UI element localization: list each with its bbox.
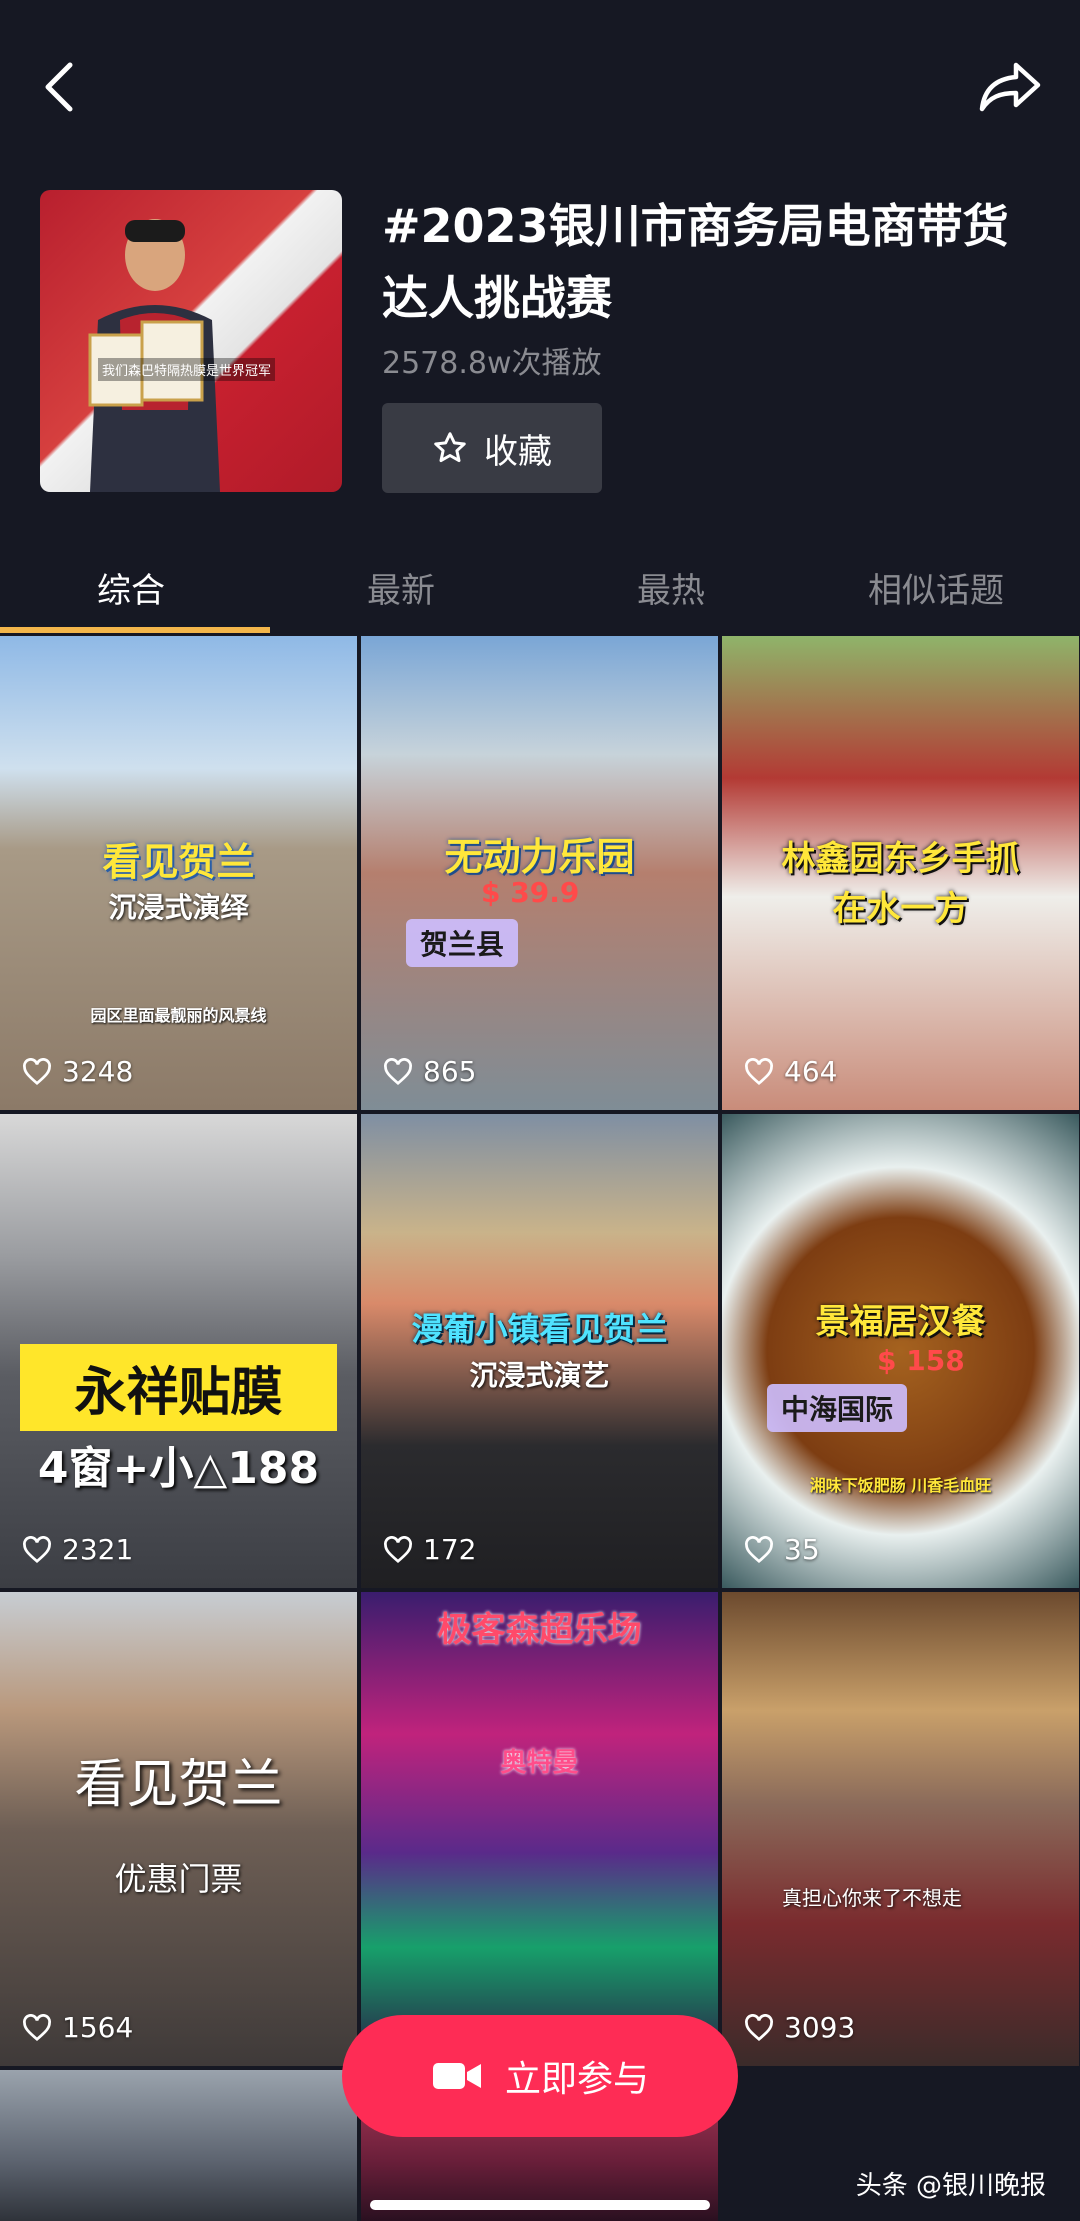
like-count-value: 464: [784, 1055, 838, 1088]
heart-icon: [384, 1057, 412, 1085]
video-caption: 漫葡小镇看见贺兰: [411, 1310, 668, 1348]
home-indicator: [370, 2200, 710, 2210]
tab-hottest[interactable]: 最热: [637, 563, 705, 612]
video-thumbnail: [0, 2070, 357, 2221]
heart-icon: [745, 2013, 773, 2041]
like-count: 464: [744, 1055, 837, 1088]
tab-indicator: [0, 627, 270, 633]
video-thumbnail: [361, 1592, 718, 2066]
video-thumbnail: [361, 1114, 718, 1588]
like-count: 172: [383, 1533, 476, 1566]
like-count-value: 865: [423, 1055, 477, 1088]
like-count: 2321: [22, 1533, 133, 1566]
cover-caption: 我们森巴特隔热膜是世界冠军: [98, 358, 276, 381]
like-count-value: 3248: [62, 1055, 134, 1088]
topic-cover-image[interactable]: 我们森巴特隔热膜是世界冠军: [40, 190, 342, 492]
share-arrow-icon: [979, 62, 1041, 112]
video-card[interactable]: 永祥贴膜 4窗+小△188 2321: [0, 1114, 357, 1588]
video-card[interactable]: 漫葡小镇看见贺兰 沉浸式演艺 172: [361, 1114, 718, 1588]
video-subcaption: 沉浸式演艺: [469, 1359, 610, 1392]
video-note: 湘味下饭肥肠 川香毛血旺: [809, 1476, 992, 1495]
tab-similar-topics[interactable]: 相似话题: [868, 563, 1004, 612]
video-caption: 真担心你来了不想走: [782, 1886, 962, 1910]
price-tag: $ 158: [877, 1344, 965, 1377]
star-icon: [434, 432, 466, 463]
video-caption-line2: 在水一方: [832, 889, 969, 929]
like-count: 35: [744, 1533, 820, 1566]
tab-comprehensive[interactable]: 综合: [97, 563, 165, 612]
topic-title: #2023银川市商务局电商带货达人挑战赛: [382, 199, 1009, 325]
video-caption: 极客森超乐场: [437, 1610, 642, 1650]
tab-latest[interactable]: 最新: [367, 563, 435, 612]
share-button[interactable]: [970, 52, 1050, 122]
video-caption: 看见贺兰: [102, 840, 255, 884]
video-card[interactable]: 景福居汉餐 $ 158 中海国际 湘味下饭肥肠 川香毛血旺 35: [722, 1114, 1079, 1588]
heart-icon: [384, 1535, 412, 1563]
heart-icon: [745, 1057, 773, 1085]
video-card[interactable]: 极客森超乐场 奥特曼: [361, 1592, 718, 2066]
heart-icon: [23, 1057, 51, 1085]
video-caption: 景福居汉餐: [815, 1302, 986, 1342]
location-tag: 贺兰县: [406, 919, 519, 967]
heart-icon: [23, 2013, 51, 2041]
video-subcaption: 4窗+小△188: [37, 1443, 320, 1494]
video-card[interactable]: 看见贺兰 优惠门票 1564: [0, 1592, 357, 2066]
video-note: 园区里面最靓丽的风景线: [90, 1006, 267, 1025]
back-button[interactable]: [28, 52, 88, 122]
like-count-value: 35: [784, 1533, 820, 1566]
topic-header: 我们森巴特隔热膜是世界冠军 #2023银川市商务局电商带货达人挑战赛 2578.…: [0, 190, 1080, 500]
video-card[interactable]: 林鑫园东乡手抓 在水一方 464: [722, 636, 1079, 1110]
video-card[interactable]: 真担心你来了不想走 3093: [722, 1592, 1079, 2066]
favorite-button[interactable]: 收藏: [382, 403, 602, 493]
video-card[interactable]: 看见贺兰 沉浸式演绎 园区里面最靓丽的风景线 3248: [0, 636, 357, 1110]
video-thumbnail: [722, 1592, 1079, 2066]
source-watermark: 头条 @银川晚报: [855, 2171, 1046, 2201]
top-bar: [0, 0, 1080, 175]
join-now-button[interactable]: 立即参与: [342, 2015, 738, 2137]
like-count: 865: [383, 1055, 476, 1088]
like-count-value: 3093: [784, 2011, 856, 2044]
video-caption: 永祥贴膜: [20, 1344, 337, 1431]
video-caption: 林鑫园东乡手抓: [781, 839, 1020, 879]
video-card[interactable]: 无动力乐园 $ 39.9 贺兰县 865: [361, 636, 718, 1110]
video-caption: 看见贺兰: [74, 1755, 283, 1815]
video-subcaption: 优惠门票: [114, 1860, 243, 1898]
cover-person-figure: [88, 219, 220, 492]
like-count: 3093: [744, 2011, 855, 2044]
location-tag: 中海国际: [767, 1384, 908, 1432]
heart-icon: [745, 1535, 773, 1563]
like-count: 1564: [22, 2011, 133, 2044]
like-count-value: 2321: [62, 1533, 134, 1566]
like-count: 3248: [22, 1055, 133, 1088]
play-count: 2578.8w次播放: [382, 346, 602, 381]
like-count-value: 172: [423, 1533, 477, 1566]
video-caption: 无动力乐园: [444, 835, 635, 879]
video-subcaption: 沉浸式演绎: [108, 891, 249, 924]
favorite-label: 收藏: [484, 431, 552, 472]
price-tag: $ 39.9: [481, 876, 580, 909]
tab-bar: 综合 最新 最热 相似话题: [0, 545, 1080, 635]
join-now-label: 立即参与: [504, 2059, 649, 2100]
heart-icon: [23, 1535, 51, 1563]
chevron-left-icon: [45, 62, 73, 112]
video-subcaption: 奥特曼: [500, 1748, 579, 1778]
video-camera-icon: [432, 2063, 481, 2089]
video-grid: 看见贺兰 沉浸式演绎 园区里面最靓丽的风景线 3248 无动力乐园 $ 39.9…: [0, 636, 1080, 2221]
video-card[interactable]: [0, 2070, 357, 2221]
video-thumbnail: [0, 1592, 357, 2066]
like-count-value: 1564: [62, 2011, 134, 2044]
